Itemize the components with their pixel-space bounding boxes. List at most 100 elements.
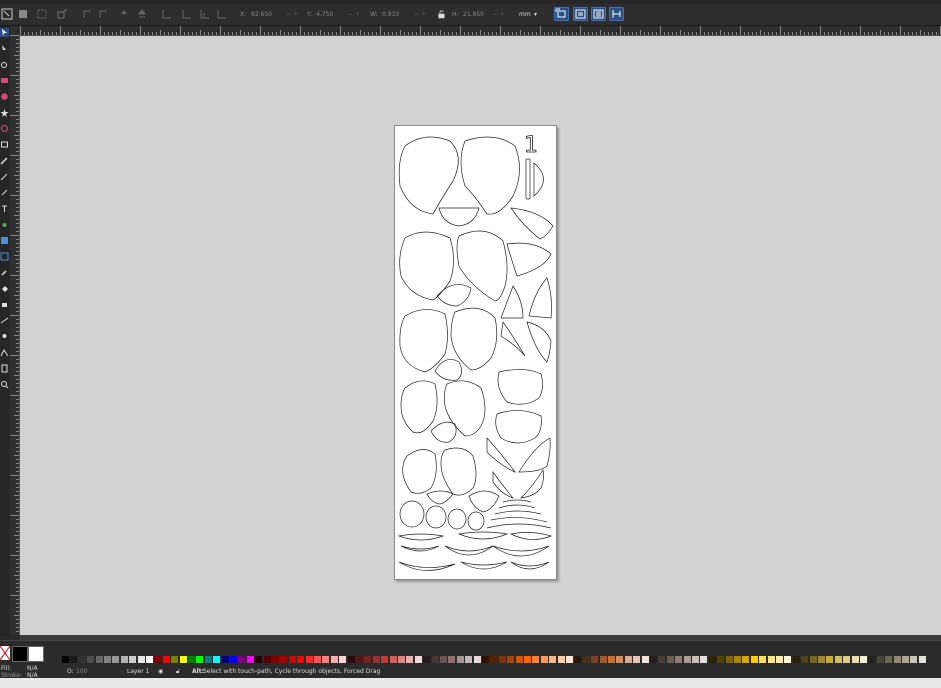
h-stepper[interactable]: − +: [493, 10, 505, 20]
pattern-piece[interactable]: [506, 242, 552, 277]
pattern-piece[interactable]: [498, 504, 536, 509]
palette-swatch[interactable]: [515, 656, 523, 663]
palette-swatch[interactable]: [104, 656, 111, 663]
palette-swatch[interactable]: [87, 656, 95, 663]
palette-swatch[interactable]: [759, 656, 767, 663]
lower-icon[interactable]: [181, 8, 193, 20]
palette-swatch[interactable]: [162, 656, 170, 663]
palette-swatch[interactable]: [204, 656, 212, 663]
palette-swatch[interactable]: [196, 656, 204, 663]
pattern-piece[interactable]: [525, 158, 531, 200]
palette-swatch[interactable]: [137, 656, 145, 663]
palette-swatch[interactable]: [297, 656, 305, 663]
pattern-piece[interactable]: [495, 410, 542, 444]
palette-swatch[interactable]: [490, 656, 498, 663]
palette-swatch[interactable]: [129, 656, 137, 663]
palette-swatch[interactable]: [717, 656, 725, 663]
palette-swatch[interactable]: [918, 656, 926, 663]
pen-tool-icon[interactable]: [0, 172, 9, 181]
y-stepper[interactable]: − +: [348, 10, 360, 20]
palette-swatch[interactable]: [507, 656, 515, 663]
rectangle-tool-icon[interactable]: [0, 76, 9, 85]
x-field[interactable]: 92.650: [251, 10, 272, 20]
palette-swatch[interactable]: [876, 656, 884, 663]
pattern-piece[interactable]: [425, 505, 447, 529]
eraser-tool-icon[interactable]: [0, 300, 9, 309]
palette-swatch[interactable]: [440, 656, 447, 663]
palette-swatch[interactable]: [893, 656, 901, 663]
palette-swatch[interactable]: [574, 656, 582, 663]
palette-swatch[interactable]: [188, 656, 195, 663]
raise-icon[interactable]: [161, 8, 173, 20]
pattern-piece[interactable]: [497, 369, 543, 405]
opacity-field[interactable]: 100: [76, 668, 87, 675]
palette-swatch[interactable]: [372, 656, 380, 663]
palette-swatch[interactable]: [910, 656, 918, 663]
gradient-tool-icon[interactable]: [0, 236, 9, 245]
pattern-piece[interactable]: [447, 508, 467, 530]
palette-swatch[interactable]: [154, 656, 162, 663]
raise-to-top-icon[interactable]: [136, 8, 148, 20]
box-3d-tool-icon[interactable]: [0, 140, 9, 149]
palette-swatch[interactable]: [179, 656, 187, 663]
palette-swatch[interactable]: [221, 656, 229, 663]
lock-proportions-icon[interactable]: [437, 10, 446, 19]
text-tool-icon[interactable]: [0, 204, 9, 213]
x-stepper[interactable]: − +: [286, 10, 298, 20]
palette-swatch[interactable]: [700, 656, 708, 663]
measure-tool-icon[interactable]: [0, 332, 9, 341]
pattern-piece[interactable]: [430, 421, 457, 443]
palette-swatch[interactable]: [885, 656, 893, 663]
palette-swatch[interactable]: [767, 656, 775, 663]
page[interactable]: 1: [394, 125, 557, 580]
lower-to-bottom-icon[interactable]: [199, 8, 211, 20]
palette-swatch[interactable]: [826, 656, 834, 663]
palette-swatch[interactable]: [280, 656, 288, 663]
palette-swatch[interactable]: [658, 656, 666, 663]
pattern-piece[interactable]: [399, 231, 454, 301]
pattern-piece[interactable]: [457, 531, 509, 540]
palette-swatch[interactable]: [322, 656, 330, 663]
palette-swatch[interactable]: [398, 656, 405, 663]
select-all-icon[interactable]: [1, 8, 13, 20]
palette-swatch[interactable]: [339, 656, 347, 663]
palette-swatch[interactable]: [818, 656, 825, 663]
pattern-piece[interactable]: [518, 437, 551, 473]
palette-swatch[interactable]: [843, 656, 851, 663]
pages-tool-icon[interactable]: [0, 364, 9, 373]
palette-swatch[interactable]: [692, 656, 699, 663]
palette-swatch[interactable]: [78, 656, 86, 663]
flip-vertical-icon[interactable]: [118, 8, 130, 20]
palette-swatch[interactable]: [608, 656, 615, 663]
flip-horizontal-icon[interactable]: [98, 8, 110, 20]
w-stepper[interactable]: − +: [414, 10, 426, 20]
palette-swatch[interactable]: [238, 656, 246, 663]
palette-swatch[interactable]: [599, 656, 607, 663]
palette-swatch[interactable]: [288, 656, 296, 663]
lpe-tool-icon[interactable]: [0, 348, 9, 357]
palette-swatch[interactable]: [465, 656, 473, 663]
palette-swatch[interactable]: [708, 656, 716, 663]
pattern-piece[interactable]: [467, 511, 485, 531]
pattern-piece[interactable]: [400, 545, 440, 552]
ellipse-tool-icon[interactable]: [0, 92, 9, 101]
palette-swatch[interactable]: [683, 656, 691, 663]
palette-swatch[interactable]: [868, 656, 876, 663]
pattern-piece[interactable]: [399, 500, 425, 528]
palette-swatch[interactable]: [742, 656, 750, 663]
mesh-tool-icon[interactable]: [0, 252, 9, 261]
palette-swatch[interactable]: [314, 656, 321, 663]
palette-swatch[interactable]: [62, 656, 69, 663]
pattern-piece[interactable]: [450, 307, 498, 371]
pattern-piece[interactable]: [444, 545, 494, 556]
palette-swatch[interactable]: [792, 656, 800, 663]
palette-swatch[interactable]: [566, 656, 573, 663]
stroke-swatch-white[interactable]: [28, 646, 44, 662]
align-icon[interactable]: [216, 8, 228, 20]
palette-swatch[interactable]: [776, 656, 783, 663]
palette-swatch[interactable]: [557, 656, 565, 663]
palette-swatch[interactable]: [112, 656, 120, 663]
transform-gradients-button[interactable]: [591, 7, 606, 21]
pattern-piece[interactable]: [510, 561, 550, 570]
select-all-layers-icon[interactable]: [17, 8, 29, 20]
